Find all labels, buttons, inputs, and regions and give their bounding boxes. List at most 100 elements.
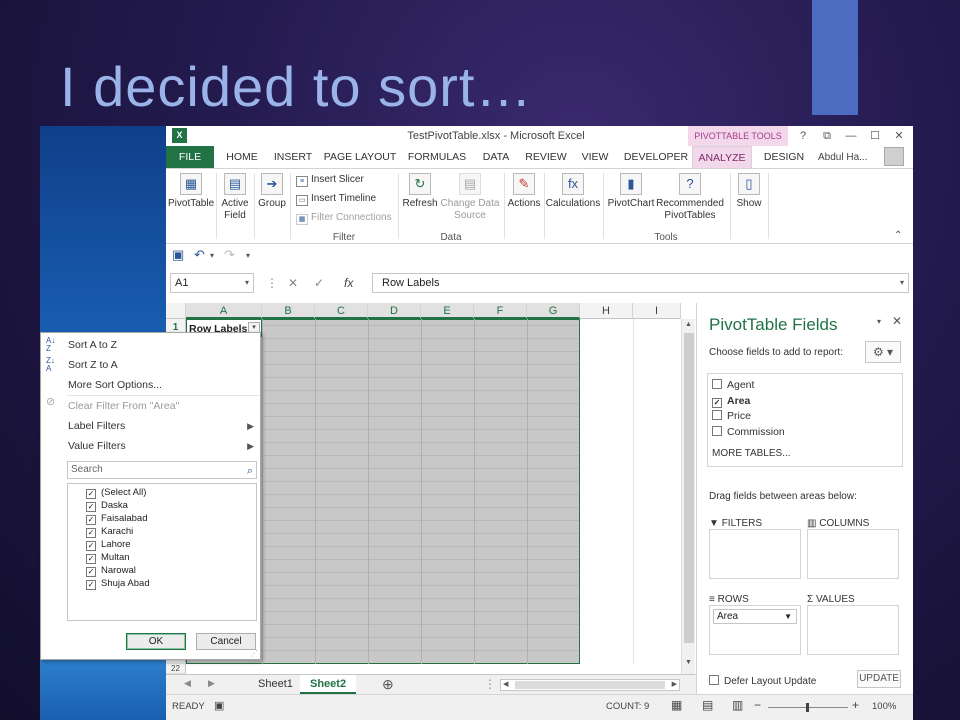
field-price[interactable]: Price [712,409,751,423]
horizontal-scroll-thumb[interactable] [515,681,665,689]
normal-view-icon[interactable]: ▦ [671,698,682,712]
sheet-tab-sheet2[interactable]: Sheet2 [300,675,357,694]
new-sheet-icon[interactable]: ⊕ [382,676,394,693]
name-box[interactable]: A1 ▾ [170,273,254,293]
undo-dropdown-icon[interactable]: ▾ [210,251,214,260]
more-sort-options-item[interactable]: More Sort Options... [41,375,260,395]
sort-z-to-a-item[interactable]: Z↓ A Sort Z to A [41,355,260,375]
insert-slicer-button[interactable]: ≡ Insert Slicer [296,172,364,188]
column-header-d[interactable]: D [368,303,421,319]
close-icon[interactable]: ✕ [888,128,910,144]
columns-drop-zone[interactable] [807,529,899,579]
filter-search-input[interactable]: Search ⌕ [67,461,257,479]
pivotchart-button[interactable]: ▮ PivotChart [606,173,656,210]
list-item-narowal[interactable]: ✓ Narowal [86,564,136,577]
value-filters-item[interactable]: Value Filters ▶ [41,436,260,456]
user-avatar[interactable] [884,147,904,166]
save-icon[interactable]: ▣ [172,247,184,263]
column-header-h[interactable]: H [580,303,633,319]
vertical-scroll-thumb[interactable] [684,333,694,643]
expand-formula-icon[interactable]: ▾ [900,274,904,292]
label-filters-item[interactable]: Label Filters ▶ [41,416,260,436]
field-agent[interactable]: Agent [712,378,754,392]
cancel-entry-icon[interactable]: ✕ [288,276,298,290]
scroll-up-icon[interactable]: ▲ [683,321,694,331]
list-item-faisalabad[interactable]: ✓ Faisalabad [86,512,147,525]
cancel-button[interactable]: Cancel [196,633,256,650]
active-field-button[interactable]: ▤ Active Field [218,173,252,222]
filters-drop-zone[interactable] [709,529,801,579]
column-header-c[interactable]: C [315,303,368,319]
list-item-daska[interactable]: ✓ Daska [86,499,128,512]
rows-drop-zone[interactable]: Area ▼ [709,605,801,655]
scroll-left-icon[interactable]: ◀ [503,680,508,688]
refresh-button[interactable]: ↻ Refresh [402,173,438,210]
customize-qat-icon[interactable]: ▾ [246,251,250,260]
zoom-slider[interactable] [768,703,848,712]
column-header-g[interactable]: G [527,303,580,319]
group-button[interactable]: ➔ Group [256,173,288,210]
tab-view[interactable]: VIEW [576,146,614,168]
minimize-icon[interactable]: — [840,128,862,144]
formula-input[interactable]: Row Labels ▾ [372,273,909,293]
zoom-in-icon[interactable]: + [852,698,859,712]
sheet-tab-sheet1[interactable]: Sheet1 [248,675,303,694]
zoom-level[interactable]: 100% [872,701,896,712]
tab-home[interactable]: HOME [220,146,264,168]
list-item-multan[interactable]: ✓ Multan [86,551,130,564]
page-break-view-icon[interactable]: ▥ [732,698,743,712]
change-data-source-button[interactable]: ▤ Change Data Source [440,173,500,222]
ribbon-display-icon[interactable]: ⧉ [816,128,838,144]
column-header-e[interactable]: E [421,303,474,319]
prev-sheet-icon[interactable]: ◀ [184,678,191,689]
checkbox-icon[interactable] [712,410,722,420]
ok-button[interactable]: OK [126,633,186,650]
tab-formulas[interactable]: FORMULAS [404,146,470,168]
update-button[interactable]: UPDATE [857,670,901,688]
vertical-scrollbar[interactable]: ▲ ▼ [681,319,695,674]
pivottable-button[interactable]: ▦ PivotTable [168,173,214,210]
resize-grip-icon[interactable]: ⋰ [250,649,258,658]
filter-connections-button[interactable]: ▦ Filter Connections [296,210,392,226]
checkmark-icon[interactable]: ✓ [86,515,96,525]
checkmark-icon[interactable]: ✓ [712,398,722,408]
show-button[interactable]: ▯ Show [732,173,766,210]
values-drop-zone[interactable] [807,605,899,655]
column-header-b[interactable]: B [262,303,315,319]
formula-more-icon[interactable]: ⋮ [266,276,278,290]
rows-field-area[interactable]: Area ▼ [713,609,797,624]
tab-analyze[interactable]: ANALYZE [692,146,752,168]
tab-developer[interactable]: DEVELOPER [620,146,692,168]
checkmark-icon[interactable]: ✓ [86,567,96,577]
zoom-out-icon[interactable]: − [754,698,761,712]
enter-entry-icon[interactable]: ✓ [314,276,324,290]
user-name[interactable]: Abdul Ha... [818,152,867,163]
column-header-i[interactable]: I [633,303,681,319]
horizontal-scrollbar[interactable]: ◀ ▶ [500,679,680,691]
checkmark-icon[interactable]: ✓ [86,580,96,590]
insert-function-icon[interactable]: fx [344,276,353,290]
actions-button[interactable]: ✎ Actions [506,173,542,210]
tab-design[interactable]: DESIGN [758,146,810,168]
field-area[interactable]: ✓ Area [712,394,750,408]
column-header-f[interactable]: F [474,303,527,319]
maximize-icon[interactable]: ☐ [864,128,886,144]
checkmark-icon[interactable]: ✓ [86,554,96,564]
clear-filter-item[interactable]: ⊘ Clear Filter From "Area" [41,396,260,416]
sort-a-to-z-item[interactable]: A↓ Z Sort A to Z [41,335,260,355]
select-all-corner[interactable] [166,303,186,319]
list-item-shuja-abad[interactable]: ✓ Shuja Abad [86,577,150,590]
page-layout-view-icon[interactable]: ▤ [702,698,713,712]
checkmark-icon[interactable]: ✓ [86,541,96,551]
checkbox-icon[interactable] [709,675,719,685]
defer-layout-checkbox[interactable]: Defer Layout Update [709,675,816,689]
checkmark-icon[interactable]: ✓ [86,528,96,538]
tab-data[interactable]: DATA [476,146,516,168]
calculations-button[interactable]: fx Calculations [544,173,602,210]
more-tables-link[interactable]: MORE TABLES... [712,447,791,461]
tab-review[interactable]: REVIEW [522,146,570,168]
pane-options-icon[interactable]: ▾ [877,317,881,326]
sheet-split-icon[interactable]: ⋮ [484,677,496,691]
collapse-ribbon-icon[interactable]: ⌃ [894,228,902,244]
gear-icon[interactable]: ⚙ ▾ [865,341,901,363]
